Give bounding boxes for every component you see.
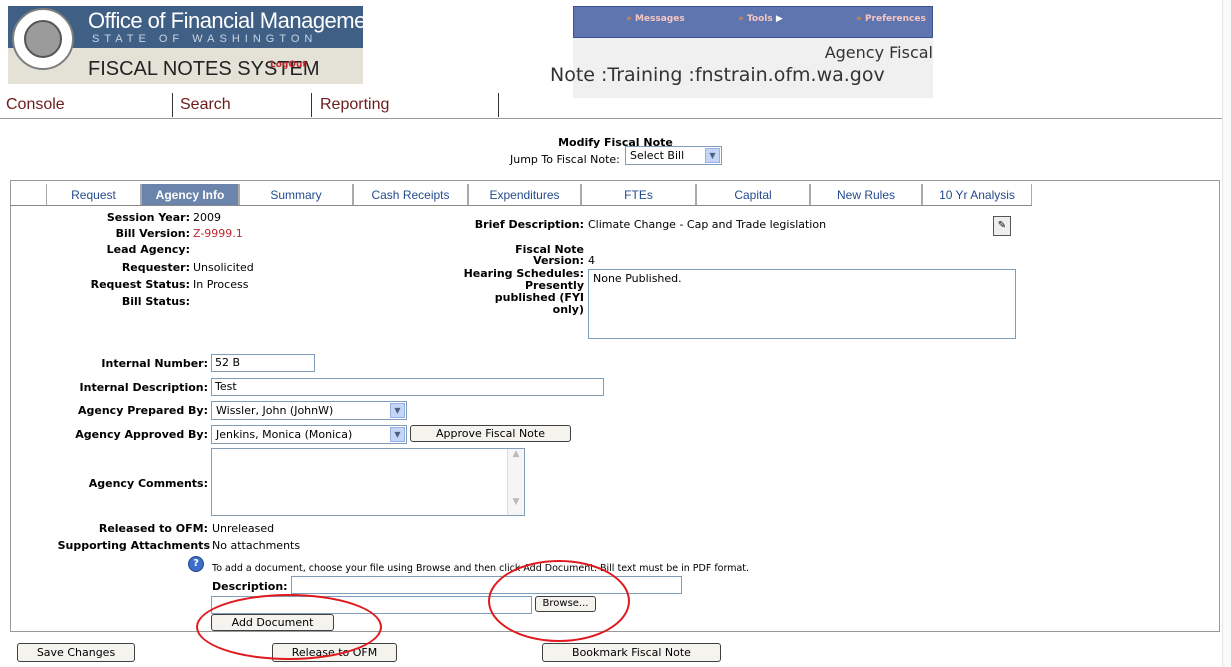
nav-messages[interactable]: » Messages bbox=[626, 14, 685, 24]
hearing-schedules-box: None Published. bbox=[588, 269, 1016, 339]
hearing-label-4: only) bbox=[552, 303, 584, 316]
menu-console[interactable]: Console bbox=[6, 96, 65, 114]
approved-by-label: Agency Approved By: bbox=[75, 428, 208, 441]
chevron-down-icon: ▼ bbox=[390, 403, 405, 418]
window-title-line1: Agency Fiscal bbox=[824, 43, 933, 62]
annotation-ellipse bbox=[488, 560, 630, 642]
internal-description-label: Internal Description: bbox=[79, 381, 208, 394]
attachments-label: Supporting Attachments bbox=[57, 539, 210, 552]
menu-separator bbox=[172, 93, 173, 117]
agency-comments-label: Agency Comments: bbox=[88, 477, 208, 490]
brief-description-value: Climate Change - Cap and Trade legislati… bbox=[588, 218, 827, 231]
bill-version-label: Bill Version: bbox=[115, 227, 190, 240]
logout-link[interactable]: LogOut bbox=[270, 60, 307, 70]
request-status-label: Request Status: bbox=[90, 278, 190, 291]
menu-separator bbox=[498, 93, 499, 117]
menu-separator bbox=[311, 93, 312, 117]
bill-version-value: Z-9999.1 bbox=[193, 227, 243, 240]
prepared-by-select[interactable]: Wissler, John (JohnW) ▼ bbox=[211, 401, 407, 420]
nav-tools[interactable]: » Tools ▶ bbox=[738, 14, 783, 24]
menu-reporting[interactable]: Reporting bbox=[320, 96, 389, 114]
tab-underline bbox=[10, 205, 1032, 206]
org-subtitle: STATE OF WASHINGTON bbox=[92, 33, 318, 45]
help-icon[interactable]: ? bbox=[188, 556, 204, 572]
tab-expenditures[interactable]: Expenditures bbox=[468, 184, 581, 206]
session-year-label: Session Year: bbox=[106, 211, 190, 224]
nav-preferences[interactable]: » Preferences bbox=[856, 14, 926, 24]
description-label: Description: bbox=[212, 580, 288, 593]
agency-comments-textarea[interactable]: ▲ ▼ bbox=[211, 448, 525, 516]
released-value: Unreleased bbox=[212, 522, 275, 535]
tab-10yr-analysis[interactable]: 10 Yr Analysis bbox=[922, 184, 1032, 206]
approved-by-select[interactable]: Jenkins, Monica (Monica) ▼ bbox=[211, 425, 407, 444]
requester-label: Requester: bbox=[121, 261, 190, 274]
brief-description-label: Brief Description: bbox=[474, 218, 584, 231]
jump-label: Jump To Fiscal Note: bbox=[510, 153, 620, 166]
window-scrollbar[interactable] bbox=[1222, 0, 1231, 667]
state-seal-icon bbox=[12, 8, 74, 70]
jump-bill-select[interactable]: Select Bill ▼ bbox=[625, 146, 722, 165]
menu-search[interactable]: Search bbox=[180, 96, 231, 114]
tab-ftes[interactable]: FTEs bbox=[581, 184, 696, 206]
tab-agency-info[interactable]: Agency Info bbox=[141, 184, 239, 206]
fn-version-value: 4 bbox=[588, 254, 595, 267]
save-changes-button[interactable]: Save Changes bbox=[17, 643, 135, 662]
internal-number-label: Internal Number: bbox=[101, 357, 208, 370]
chevron-down-icon: ▼ bbox=[390, 427, 405, 442]
lead-agency-label: Lead Agency: bbox=[106, 243, 190, 256]
org-title: Office of Financial Management bbox=[88, 8, 384, 33]
approve-fiscal-note-button[interactable]: Approve Fiscal Note bbox=[410, 425, 571, 442]
hearing-schedules-value: None Published. bbox=[593, 272, 682, 285]
attachments-value: No attachments bbox=[212, 539, 301, 552]
window-title-line2: Note :Training :fnstrain.ofm.wa.gov bbox=[550, 64, 885, 86]
internal-number-input[interactable]: 52 B bbox=[211, 354, 315, 372]
fn-version-label-2: Version: bbox=[533, 254, 584, 267]
bookmark-fiscal-note-button[interactable]: Bookmark Fiscal Note bbox=[542, 643, 721, 662]
edit-document-icon[interactable]: ✎ bbox=[993, 216, 1011, 236]
tab-summary[interactable]: Summary bbox=[239, 184, 353, 206]
tab-cash-receipts[interactable]: Cash Receipts bbox=[353, 184, 468, 206]
tab-request[interactable]: Request bbox=[46, 184, 141, 206]
attach-help-text: To add a document, choose your file usin… bbox=[212, 563, 750, 574]
tab-capital[interactable]: Capital bbox=[696, 184, 810, 206]
bill-status-label: Bill Status: bbox=[121, 295, 190, 308]
annotation-ellipse bbox=[196, 594, 382, 660]
internal-description-input[interactable]: Test bbox=[211, 378, 604, 396]
session-year-value: 2009 bbox=[193, 211, 221, 224]
released-label: Released to OFM: bbox=[98, 522, 208, 535]
chevron-down-icon: ▼ bbox=[705, 148, 720, 163]
menu-divider bbox=[0, 118, 1231, 119]
page-title: Modify Fiscal Note bbox=[558, 136, 673, 149]
request-status-value: In Process bbox=[193, 278, 249, 291]
tab-new-rules[interactable]: New Rules bbox=[810, 184, 922, 206]
prepared-by-label: Agency Prepared By: bbox=[78, 404, 208, 417]
comments-scrollbar[interactable]: ▲ ▼ bbox=[507, 449, 524, 515]
requester-value: Unsolicited bbox=[193, 261, 254, 274]
